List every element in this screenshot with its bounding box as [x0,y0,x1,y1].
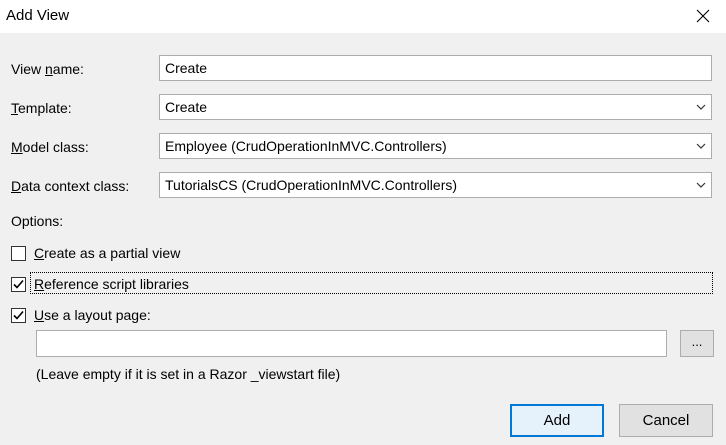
reference-scripts-option[interactable]: Reference script libraries [11,273,189,295]
data-context-class-select-value: TutorialsCS (CrudOperationInMVC.Controll… [165,177,458,193]
close-icon [696,9,710,23]
dialog-title: Add View [6,7,70,24]
partial-view-checkbox[interactable] [11,245,26,261]
layout-page-checkbox[interactable] [11,307,26,323]
chevron-down-icon [696,182,706,188]
layout-page-label: Use a layout page: [34,307,151,323]
cancel-button[interactable]: Cancel [619,404,713,437]
partial-view-label: Create as a partial view [34,245,181,261]
template-select-value: Create [165,99,208,115]
template-select[interactable]: Create [159,94,712,120]
reference-scripts-checkbox[interactable] [11,276,26,292]
model-class-select-value: Employee (CrudOperationInMVC.Controllers… [165,138,447,154]
partial-view-option[interactable]: Create as a partial view [11,242,180,264]
options-heading: Options: [11,213,64,229]
layout-page-path-input[interactable] [36,330,667,357]
template-label: Template: [11,100,72,116]
checkmark-icon [13,279,24,289]
layout-page-hint: (Leave empty if it is set in a Razor _vi… [36,366,341,382]
data-context-class-select[interactable]: TutorialsCS (CrudOperationInMVC.Controll… [159,172,712,198]
model-class-label: Model class: [11,139,89,155]
close-button[interactable] [680,0,726,32]
reference-scripts-label: Reference script libraries [34,276,189,292]
layout-page-option[interactable]: Use a layout page: [11,304,151,326]
title-bar: Add View [0,0,726,33]
data-context-class-label: Data context class: [11,178,130,194]
browse-button[interactable]: ... [680,330,714,357]
add-button[interactable]: Add [510,404,604,437]
chevron-down-icon [696,104,706,110]
chevron-down-icon [696,143,706,149]
model-class-select[interactable]: Employee (CrudOperationInMVC.Controllers… [159,133,712,159]
view-name-input[interactable] [159,55,712,81]
checkmark-icon [13,310,24,320]
view-name-label: View name: [11,61,84,77]
